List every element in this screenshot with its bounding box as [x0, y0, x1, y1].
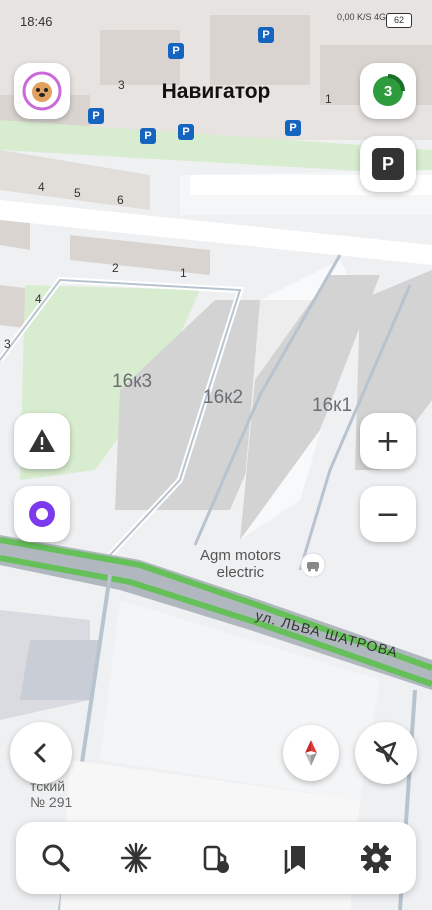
zoom-in-button[interactable]: + — [360, 413, 416, 469]
compass-button[interactable] — [283, 725, 339, 781]
search-icon — [42, 844, 70, 872]
status-time: 18:46 — [20, 14, 53, 29]
parking-icon: P — [372, 148, 404, 180]
entrance-label: 2 — [112, 261, 119, 275]
car-icon[interactable] — [300, 552, 326, 578]
sunburst-icon — [120, 842, 152, 874]
follow-location-button[interactable] — [355, 722, 417, 784]
gas-stations-button[interactable] — [191, 833, 241, 883]
corner-label-line2: № 291 — [30, 794, 73, 810]
parking-pin[interactable]: P — [285, 120, 301, 136]
parking-pin[interactable]: P — [168, 43, 184, 59]
notifications-count: 3 — [383, 82, 393, 100]
avatar — [22, 71, 62, 111]
building-label: 16к2 — [203, 387, 244, 408]
parking-pin[interactable]: P — [178, 124, 194, 140]
status-signal: 0,00 K/S 4G — [337, 12, 386, 22]
building-label: 16к1 — [312, 395, 353, 416]
poi-line2: electric — [216, 564, 265, 581]
parking-pin[interactable]: P — [88, 108, 104, 124]
poi-line1: Agm motors — [200, 547, 281, 564]
signal-type: 4G — [373, 12, 386, 22]
alice-button[interactable] — [14, 486, 70, 542]
notifications-button[interactable]: 3 — [360, 63, 416, 119]
zoom-out-button[interactable]: − — [360, 486, 416, 542]
entrance-label: 4 — [35, 292, 42, 306]
status-bar: 18:46 0,00 K/S 4G 62 — [0, 0, 432, 40]
navigation-off-icon — [373, 740, 399, 766]
search-button[interactable] — [31, 833, 81, 883]
bookmarks-icon — [284, 846, 305, 874]
compass-icon — [305, 740, 317, 766]
entrance-label: 4 — [38, 180, 45, 194]
settings-button[interactable] — [351, 833, 401, 883]
settings-icon — [361, 843, 391, 873]
bottom-navigation — [16, 822, 416, 894]
entrance-label: 3 — [4, 337, 11, 351]
poi-label[interactable]: Agm motors electric — [200, 547, 281, 581]
parking-button[interactable]: P — [360, 136, 416, 192]
bookmarks-button[interactable] — [271, 833, 321, 883]
parking-pin[interactable]: P — [140, 128, 156, 144]
back-button[interactable] — [10, 722, 72, 784]
discovery-button[interactable] — [111, 833, 161, 883]
report-button[interactable] — [14, 413, 70, 469]
fuel-icon — [203, 845, 229, 873]
profile-button[interactable] — [14, 63, 70, 119]
warning-icon — [29, 429, 55, 452]
alice-icon — [29, 501, 55, 527]
network-speed: 0,00 K/S — [336, 12, 372, 22]
entrance-label: 6 — [117, 193, 124, 207]
entrance-label: 1 — [180, 266, 187, 280]
chevron-left-icon — [33, 743, 46, 763]
battery-icon: 62 — [386, 13, 412, 28]
building-label: 16к3 — [112, 371, 153, 392]
entrance-label: 5 — [74, 186, 81, 200]
